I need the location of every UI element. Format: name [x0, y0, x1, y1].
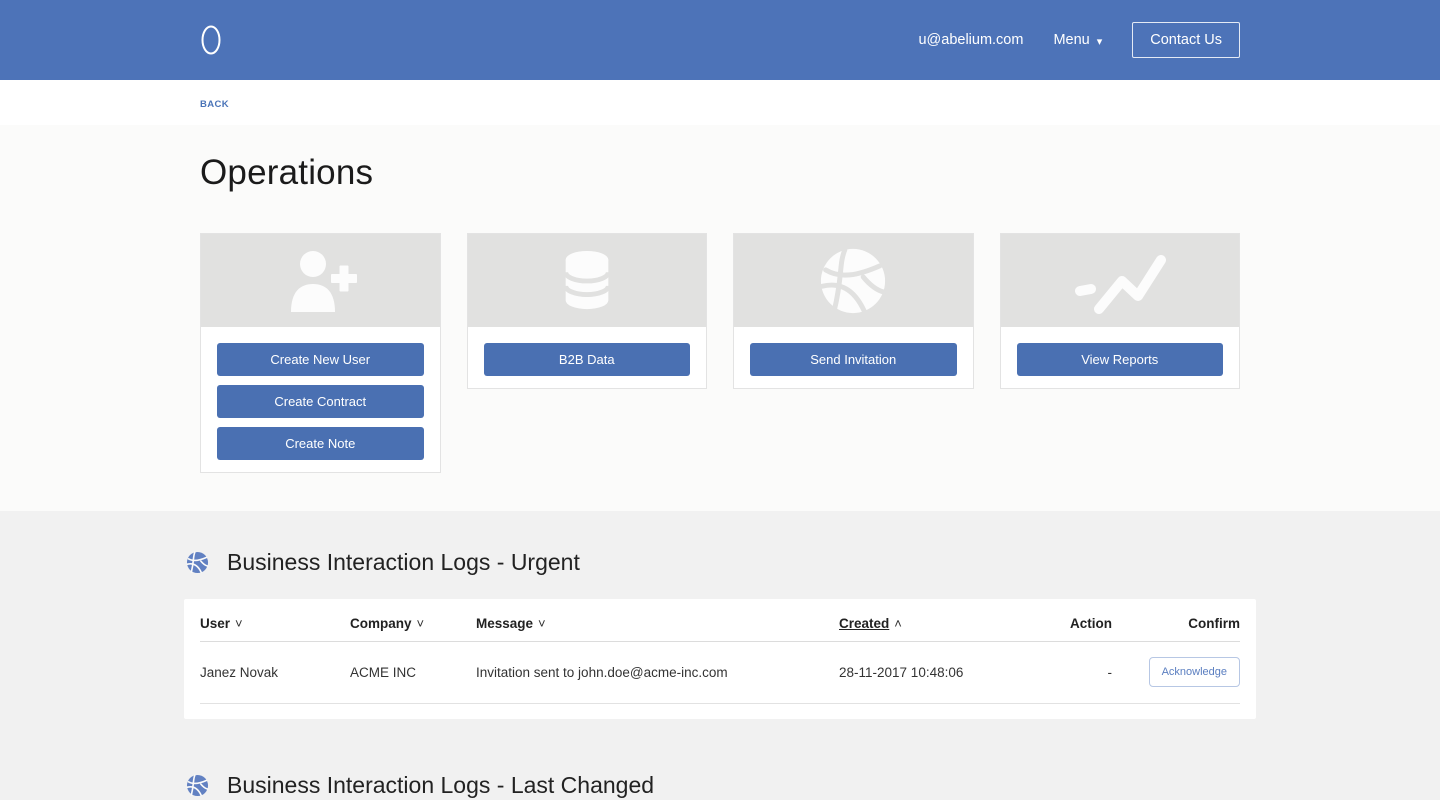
card-b2b-image	[468, 234, 707, 327]
sort-down-icon: ˅	[235, 616, 243, 631]
page-title: Operations	[200, 153, 1240, 193]
urgent-logs-table-card: User˅ Company˅ Message˅ Created˄ Action	[184, 599, 1256, 719]
menu-dropdown[interactable]: Menu ▾	[1053, 32, 1102, 48]
card-reports-image	[1001, 234, 1240, 327]
last-changed-logs-heading: Business Interaction Logs - Last Changed	[186, 772, 1256, 799]
cell-company: ACME INC	[350, 642, 476, 704]
cell-user: Janez Novak	[200, 642, 350, 704]
cell-action: -	[1057, 642, 1112, 704]
card-reports: View Reports	[1000, 233, 1241, 389]
user-email: u@abelium.com	[918, 32, 1023, 48]
card-b2b-data: B2B Data	[467, 233, 708, 389]
column-header-user[interactable]: User˅	[200, 599, 350, 642]
column-header-message[interactable]: Message˅	[476, 599, 839, 642]
column-header-company[interactable]: Company˅	[350, 599, 476, 642]
sort-up-icon: ˄	[894, 616, 902, 631]
send-invitation-button[interactable]: Send Invitation	[750, 343, 957, 376]
card-invitation: Send Invitation	[733, 233, 974, 389]
globe-icon	[186, 774, 209, 797]
table-header-row: User˅ Company˅ Message˅ Created˄ Action	[200, 599, 1240, 642]
user-plus-icon	[280, 250, 360, 312]
cell-message: Invitation sent to john.doe@acme-inc.com	[476, 642, 839, 704]
sort-down-icon: ˅	[417, 616, 425, 631]
chevron-down-icon: ▾	[1097, 35, 1103, 48]
create-note-button[interactable]: Create Note	[217, 427, 424, 460]
chart-icon	[1072, 245, 1168, 317]
globe-icon	[818, 246, 888, 316]
cell-created: 28-11-2017 10:48:06	[839, 642, 1057, 704]
operation-cards: Create New User Create Contract Create N…	[200, 233, 1240, 473]
logo-o[interactable]	[200, 24, 222, 56]
contact-us-button[interactable]: Contact Us	[1132, 22, 1240, 58]
card-users: Create New User Create Contract Create N…	[200, 233, 441, 473]
back-link[interactable]: BACK	[200, 99, 229, 110]
card-invitation-image	[734, 234, 973, 327]
urgent-logs-table: User˅ Company˅ Message˅ Created˄ Action	[200, 599, 1240, 704]
cell-confirm: Acknowledge	[1112, 642, 1240, 704]
globe-icon	[186, 551, 209, 574]
create-contract-button[interactable]: Create Contract	[217, 385, 424, 418]
operations-section: Operations Create New User	[0, 125, 1440, 511]
app-header: u@abelium.com Menu ▾ Contact Us	[0, 0, 1440, 80]
column-header-created[interactable]: Created˄	[839, 599, 1057, 642]
table-row: Janez Novak ACME INC Invitation sent to …	[200, 642, 1240, 704]
b2b-data-button[interactable]: B2B Data	[484, 343, 691, 376]
create-new-user-button[interactable]: Create New User	[217, 343, 424, 376]
logs-section: Business Interaction Logs - Urgent User˅…	[0, 511, 1440, 800]
section-title: Business Interaction Logs - Urgent	[227, 549, 580, 576]
view-reports-button[interactable]: View Reports	[1017, 343, 1224, 376]
column-header-action: Action	[1057, 599, 1112, 642]
acknowledge-button[interactable]: Acknowledge	[1149, 657, 1240, 687]
database-icon	[556, 248, 618, 314]
sort-down-icon: ˅	[538, 616, 546, 631]
logo-o-icon	[200, 24, 222, 56]
card-users-image	[201, 234, 440, 327]
column-header-confirm: Confirm	[1112, 599, 1240, 642]
section-title: Business Interaction Logs - Last Changed	[227, 772, 654, 799]
menu-label: Menu	[1053, 32, 1089, 48]
back-strip: BACK	[0, 80, 1440, 125]
urgent-logs-heading: Business Interaction Logs - Urgent	[186, 549, 1256, 576]
